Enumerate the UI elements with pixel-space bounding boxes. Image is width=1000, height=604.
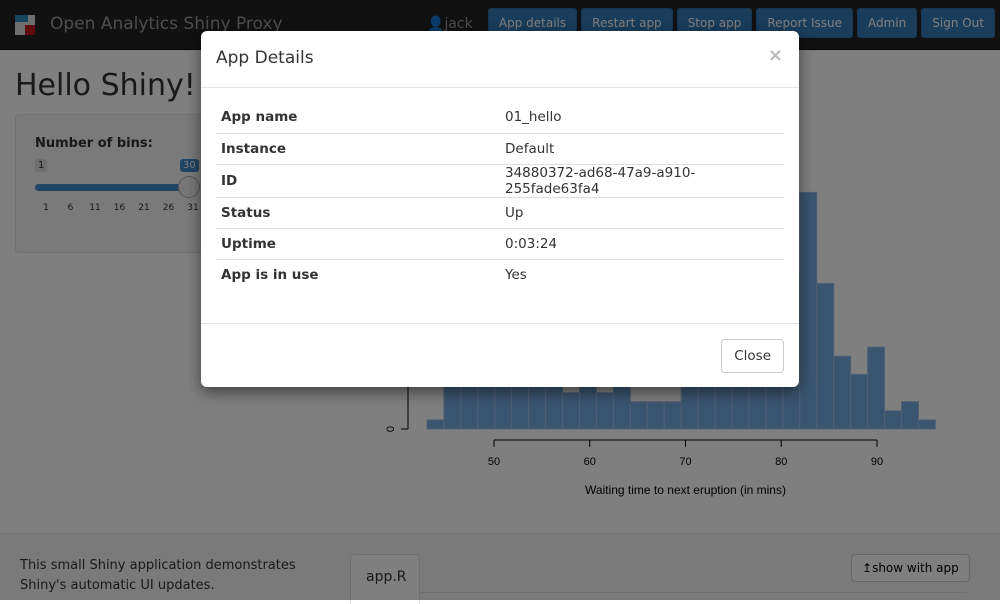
row-key: Uptime [216,227,500,259]
row-key: ID [216,163,500,197]
table-row: ID 34880372-ad68-47a9-a910-255fade63fa4 [216,163,784,197]
details-table: App name 01_hello Instance Default ID 3488037… [216,102,784,290]
table-row: App is in use Yes [216,258,784,290]
table-row: App name 01_hello [216,102,784,133]
row-value: 01_hello [505,109,562,126]
close-icon[interactable]: × [768,45,783,66]
table-row: Status Up [216,196,784,228]
row-key: Instance [216,132,500,164]
table-row: Instance Default [216,132,784,164]
row-value: 34880372-ad68-47a9-a910-255fade63fa4 [500,163,784,197]
row-key: App is in use [216,258,500,290]
row-key: App name [221,109,298,126]
modal-title: App Details [201,31,799,88]
modal-footer-divider [201,323,799,324]
row-value: Up [500,196,784,228]
app-details-modal: App Details × App name 01_hello Instance De… [201,31,799,387]
row-value: Yes [500,258,784,290]
row-value: 0:03:24 [500,227,784,259]
row-value: Default [500,132,784,164]
table-row: Uptime 0:03:24 [216,227,784,259]
close-button[interactable]: Close [721,339,784,373]
row-key: Status [216,196,500,228]
